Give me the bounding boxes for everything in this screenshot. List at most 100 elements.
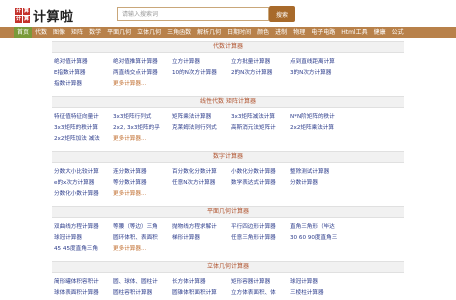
calculator-link-grid: 特征值特征向量计 3x3矩阵行列式 矩阵乘法计算器 3x3矩阵减法计算 N*N阶矩阵的秩… <box>52 108 404 145</box>
nav-item[interactable]: 进制 <box>272 27 290 38</box>
calculator-link[interactable]: 梯形计算器 <box>172 233 231 244</box>
calculator-link[interactable]: 等腰（等边）三角 <box>113 222 172 233</box>
calculator-link[interactable]: 圆、球体、圆柱计 <box>113 277 172 288</box>
more-calculators-link[interactable]: 更多计算器... <box>113 79 172 90</box>
calculator-link[interactable]: 指数计算器 <box>54 79 113 90</box>
calculator-link[interactable]: 点到直线距离计算 <box>290 57 349 68</box>
search-button[interactable]: 搜索 <box>269 6 295 22</box>
nav-item[interactable]: 代数 <box>32 27 50 38</box>
nav-item[interactable]: 平面几何 <box>104 27 134 38</box>
calculator-link[interactable]: 等分数计算器 <box>113 178 172 189</box>
calculator-link[interactable]: 分数计算器 <box>290 178 349 189</box>
calculator-link[interactable]: 立方体表面积、体 <box>231 288 290 299</box>
calculator-link[interactable]: 连分数计算器 <box>113 167 172 178</box>
calculator-link[interactable]: 百分数化分数计算 <box>172 167 231 178</box>
calculator-link[interactable]: 球体表面积计算器 <box>54 288 113 299</box>
calculator-link[interactable]: 整除测试计算器 <box>290 167 349 178</box>
nav-item[interactable]: 颜色 <box>254 27 272 38</box>
more-calculators-link[interactable]: 更多计算器... <box>113 134 172 145</box>
nav-item[interactable]: 立体几何 <box>134 27 164 38</box>
calculator-link[interactable]: 圆柱容积计算器 <box>113 288 172 299</box>
calculator-section: 立体几何计算器 简形罐体积容积计 圆、球体、圆柱计 长方体计算器 矩形容器计算器 球冠计算… <box>52 261 404 299</box>
more-calculators-link[interactable]: 更多计算器... <box>113 244 172 255</box>
calculator-link[interactable]: 双曲线方程计算器 <box>54 222 113 233</box>
calculator-link[interactable]: 两直线交点计算器 <box>113 68 172 79</box>
calculator-link-grid: 双曲线方程计算器 等腰（等边）三角 抛物线方程求解计 平行四边形计算器 直角三角形（毕达… <box>52 218 404 255</box>
nav-item[interactable]: 图像 <box>50 27 68 38</box>
calculator-link[interactable]: 立方批量计算器 <box>231 57 290 68</box>
logo-mark[interactable]: 计 算 计 算 <box>15 8 30 23</box>
calculator-link[interactable]: 圆锥体积面积计算 <box>172 288 231 299</box>
nav-item[interactable]: 日期时间 <box>224 27 254 38</box>
nav-item[interactable]: 健康 <box>371 27 389 38</box>
logo-mark-cell: 计 <box>15 8 22 15</box>
calculator-link[interactable]: 球冠计算器 <box>54 233 113 244</box>
calculator-link[interactable]: 3x3矩阵行列式 <box>113 112 172 123</box>
main-nav: 首页 代数 图像 矩阵 数学 平面几何 立体几何 三角函数 解析几何 日期时间 颜色 进制 物理 电子电路… <box>0 27 456 38</box>
calculator-link[interactable]: 10的N次方计算器 <box>172 68 231 79</box>
calculator-link[interactable]: 任意N次方计算器 <box>172 178 231 189</box>
calculator-link[interactable]: 2x2, 3x3矩阵的乎 <box>113 123 172 134</box>
calculator-link[interactable]: 球冠计算器 <box>290 277 349 288</box>
calculator-link[interactable]: 分数大小比较计算 <box>54 167 113 178</box>
calculator-link[interactable]: 3的N次方计算器 <box>290 68 349 79</box>
calculator-section: 线性代数 矩阵计算器 特征值特征向量计 3x3矩阵行列式 矩阵乘法计算器 3x3矩阵减法… <box>52 96 404 145</box>
nav-item[interactable]: 公式 <box>389 27 407 38</box>
calculator-link[interactable]: 特征值特征向量计 <box>54 112 113 123</box>
section-title[interactable]: 代数计算器 <box>52 41 404 53</box>
nav-item[interactable]: 电子电路 <box>308 27 338 38</box>
more-calculators-link[interactable]: 更多计算器... <box>113 189 172 200</box>
nav-item[interactable]: 物理 <box>290 27 308 38</box>
section-title[interactable]: 线性代数 矩阵计算器 <box>52 96 404 108</box>
calculator-link[interactable]: 2x2矩阵加法 减法 <box>54 134 113 145</box>
calculator-link[interactable]: 高斯消元法矩阵计 <box>231 123 290 134</box>
calculator-link[interactable]: 数学表达式计算器 <box>231 178 290 189</box>
calculator-link[interactable]: N*N阶矩阵的秩计 <box>290 112 349 123</box>
nav-item[interactable]: 矩阵 <box>68 27 86 38</box>
calculator-link[interactable]: 分数化小数计算器 <box>54 189 113 200</box>
calculator-link[interactable]: e的x次方计算器 <box>54 178 113 189</box>
section-title[interactable]: 平面几何计算器 <box>52 206 404 218</box>
nav-item[interactable]: 三角函数 <box>164 27 194 38</box>
calculator-link-grid: 分数大小比较计算 连分数计算器 百分数化分数计算 小数化分数计算器 整除测试计算器 e的x… <box>52 163 404 200</box>
calculator-link[interactable]: 简形罐体积容积计 <box>54 277 113 288</box>
calculator-section: 代数计算器绝对值计算器 绝对值推算计算器 立方计算器 立方批量计算器 点到直线距离计算 E… <box>52 41 404 90</box>
logo-mark-cell: 计 <box>15 16 22 23</box>
calculator-section: 数字计算器 分数大小比较计算 连分数计算器 百分数化分数计算 小数化分数计算器 整除测试计… <box>52 151 404 200</box>
calculator-link[interactable]: 三棱柱计算器 <box>290 288 349 299</box>
calculator-link[interactable]: 45 45度直角三角 <box>54 244 113 255</box>
calculator-link[interactable]: 矩形容器计算器 <box>231 277 290 288</box>
calculator-link[interactable]: 2x2矩阵乘法计算 <box>290 123 349 134</box>
header: 计 算 计 算 计算啦 搜索 <box>0 0 456 27</box>
logo-text[interactable]: 计算啦 <box>33 6 74 25</box>
calculator-link-grid: 绝对值计算器 绝对值推算计算器 立方计算器 立方批量计算器 点到直线距离计算 E指数计算器… <box>52 53 404 90</box>
calculator-link[interactable]: 30 60 90度直角三 <box>290 233 349 244</box>
nav-item[interactable]: 首页 <box>14 27 33 38</box>
calculator-link[interactable]: 立方计算器 <box>172 57 231 68</box>
nav-item[interactable]: 解析几何 <box>194 27 224 38</box>
calculator-link[interactable]: 3x3矩阵的秩计算 <box>54 123 113 134</box>
calculator-link[interactable]: 克莱姆法则行列式 <box>172 123 231 134</box>
calculator-link[interactable]: 2的N次方计算器 <box>231 68 290 79</box>
calculator-link[interactable]: 3x3矩阵减法计算 <box>231 112 290 123</box>
calculator-sections: 代数计算器绝对值计算器 绝对值推算计算器 立方计算器 立方批量计算器 点到直线距离计算 E… <box>52 41 404 300</box>
calculator-link[interactable]: 小数化分数计算器 <box>231 167 290 178</box>
logo-mark-cell: 算 <box>23 8 30 15</box>
calculator-link[interactable]: E指数计算器 <box>54 68 113 79</box>
calculator-link[interactable]: 绝对值推算计算器 <box>113 57 172 68</box>
calculator-link[interactable]: 抛物线方程求解计 <box>172 222 231 233</box>
nav-item[interactable]: Html工具 <box>338 27 370 38</box>
logo-mark-cell: 算 <box>23 16 30 23</box>
calculator-link-grid: 简形罐体积容积计 圆、球体、圆柱计 长方体计算器 矩形容器计算器 球冠计算器球体表面积计… <box>52 273 404 299</box>
calculator-link[interactable]: 直角三角形（毕达 <box>290 222 349 233</box>
calculator-link[interactable]: 平行四边形计算器 <box>231 222 290 233</box>
calculator-link[interactable]: 圆环体积、表面积 <box>113 233 172 244</box>
calculator-link[interactable]: 长方体计算器 <box>172 277 231 288</box>
nav-item[interactable]: 数学 <box>86 27 104 38</box>
calculator-link[interactable]: 任意三角形计算器 <box>231 233 290 244</box>
calculator-link[interactable]: 绝对值计算器 <box>54 57 113 68</box>
section-title[interactable]: 立体几何计算器 <box>52 261 404 273</box>
calculator-link[interactable]: 矩阵乘法计算器 <box>172 112 231 123</box>
section-title[interactable]: 数字计算器 <box>52 151 404 163</box>
search-input[interactable] <box>117 7 269 21</box>
